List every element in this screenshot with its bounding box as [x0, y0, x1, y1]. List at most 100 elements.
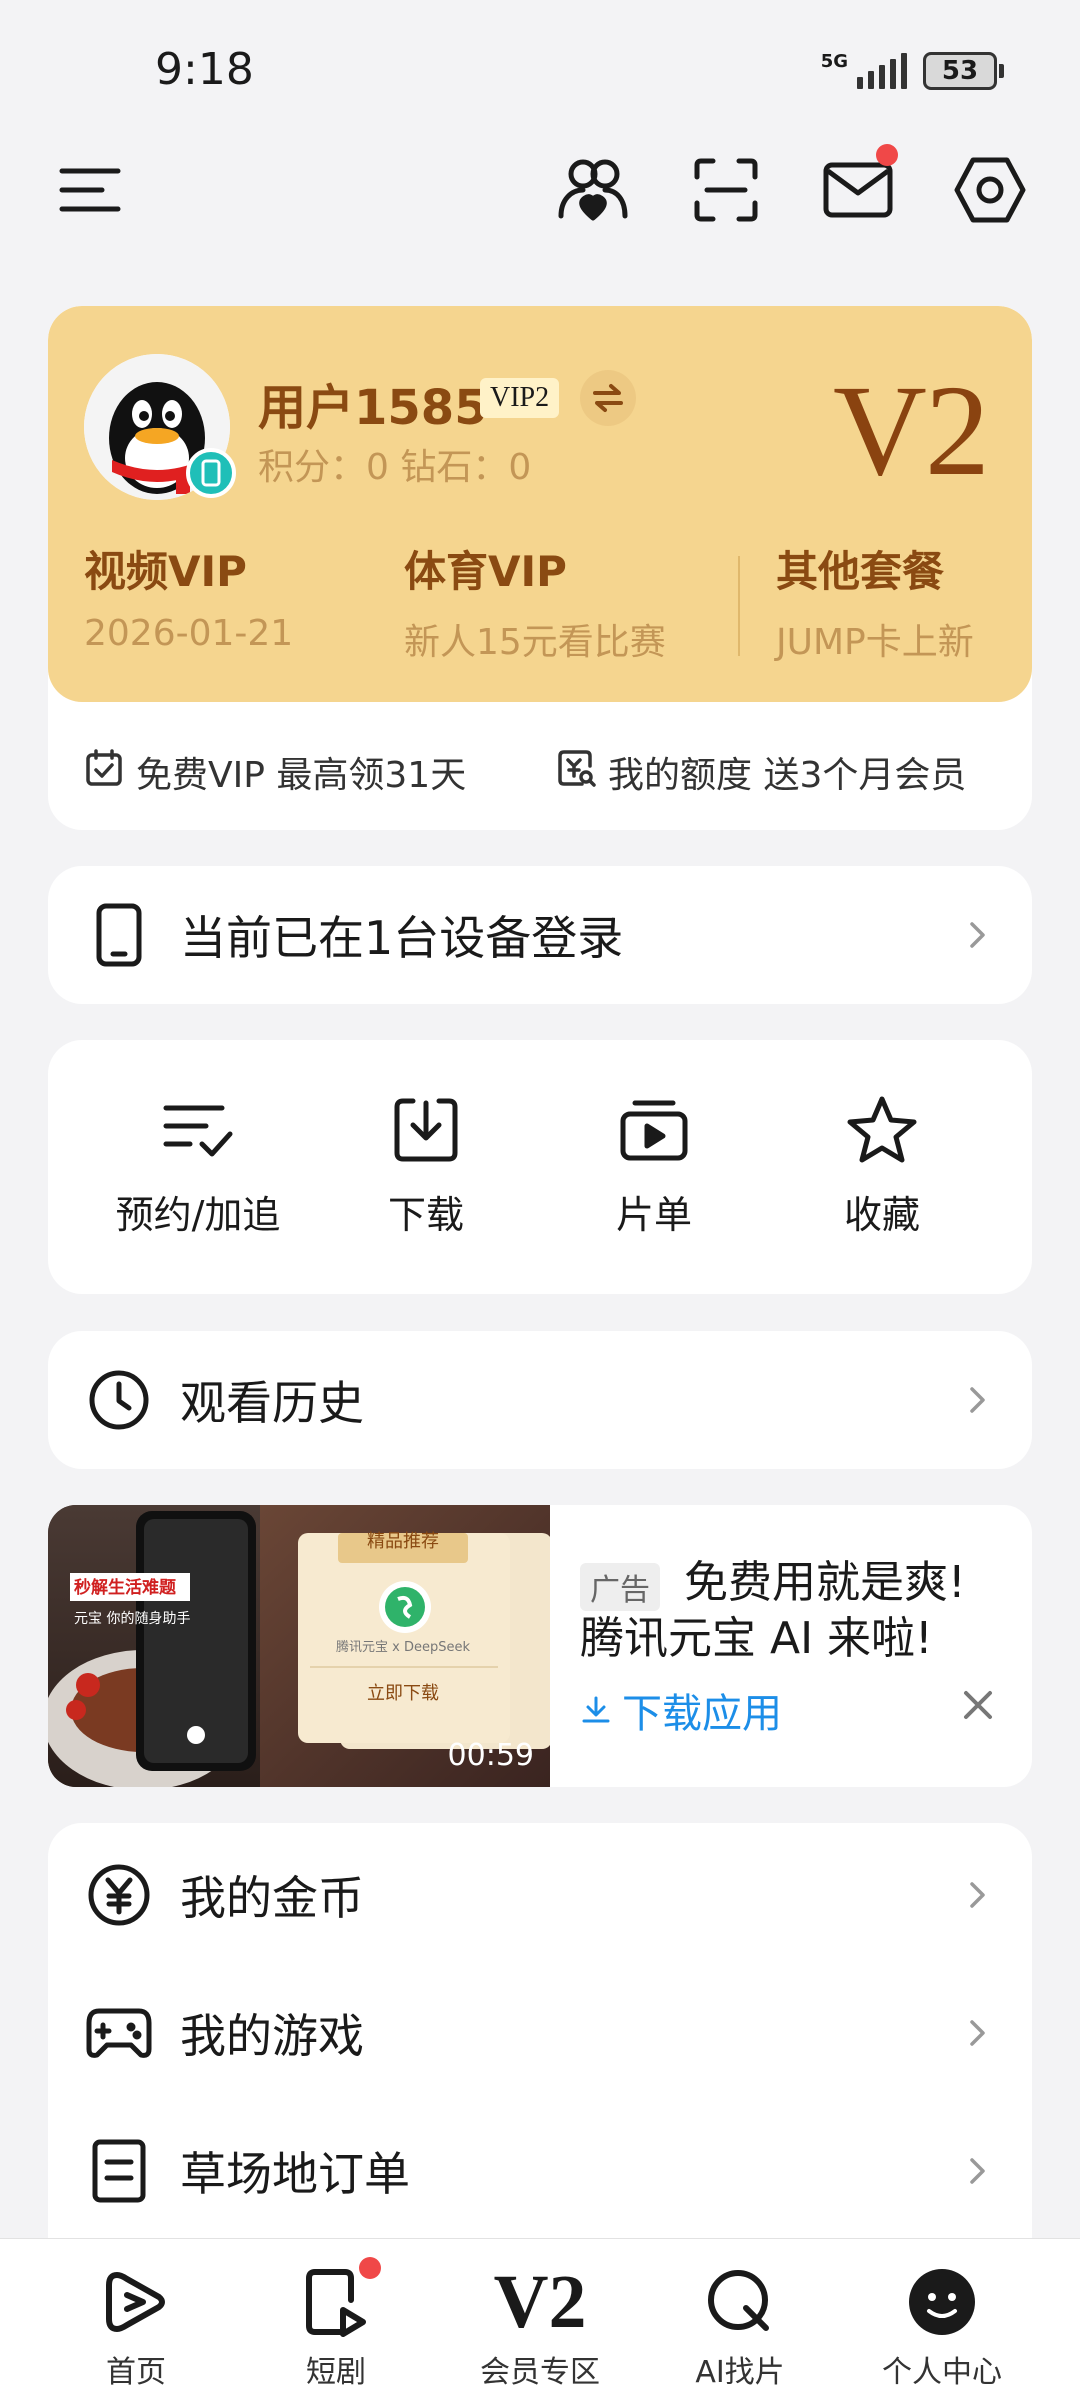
- nav-v2-text: V2: [493, 2260, 587, 2344]
- vip-column-title: 其他套餐: [776, 547, 945, 596]
- nav-label: 首页: [106, 2355, 166, 2390]
- status-bar: 9:18 5G 53: [0, 0, 1080, 120]
- mail-icon[interactable]: [818, 144, 898, 230]
- quick-action-playlist[interactable]: 片单: [544, 1090, 764, 1239]
- short-drama-icon: [293, 2257, 381, 2345]
- menu-icon[interactable]: [50, 150, 130, 230]
- close-icon[interactable]: [960, 1687, 996, 1723]
- network-type: 5G: [820, 51, 848, 72]
- settings-icon[interactable]: [950, 150, 1030, 230]
- friends-icon[interactable]: [553, 150, 633, 230]
- playlist-icon: [614, 1090, 694, 1170]
- free-vip-link[interactable]: 免费VIP 最高领31天: [84, 746, 466, 798]
- top-toolbar: [0, 130, 1080, 260]
- quick-action-download[interactable]: 下载: [316, 1090, 536, 1239]
- chevron-right-icon: [970, 1882, 985, 1908]
- download-icon: [386, 1090, 466, 1170]
- bottom-nav: 首页 短剧 V2 会员专区 AI找片 个人中心: [0, 2238, 1080, 2400]
- history-label: 观看历史: [180, 1376, 364, 1430]
- vip-divider: [738, 556, 740, 656]
- username[interactable]: 用户1585: [258, 368, 488, 438]
- vip-card: 用户1585 VIP2 积分：0 钻石：0 V2 视频VIP 2026-01-2…: [48, 306, 1032, 830]
- vip-column-sports[interactable]: 体育VIP 新人15元看比赛: [404, 538, 666, 665]
- status-time: 9:18: [155, 44, 254, 95]
- history-card: 观看历史: [48, 1331, 1032, 1469]
- device-badge-icon: [186, 448, 236, 498]
- points-diamonds: 积分：0 钻石：0: [258, 447, 532, 488]
- star-icon: [842, 1090, 922, 1170]
- ad-image-caption: 精品推荐: [367, 1531, 439, 1552]
- quick-action-label: 收藏: [843, 1193, 920, 1237]
- battery-icon: 53: [923, 52, 1004, 90]
- quick-action-label: 片单: [615, 1193, 692, 1237]
- ad-image-caption: 腾讯元宝 x DeepSeek: [336, 1639, 470, 1655]
- quick-action-label: 下载: [387, 1193, 464, 1237]
- gamepad-icon: [84, 1998, 154, 2068]
- chevron-right-icon: [970, 2020, 985, 2046]
- signal-icon: 5G: [821, 53, 907, 89]
- menu-list-card: 我的金币 我的游戏 草场地订单: [48, 1823, 1032, 2273]
- vip-links: 免费VIP 最高领31天 我的额度 送3个月会员: [48, 702, 1032, 830]
- battery-level: 53: [923, 52, 997, 90]
- vip-column-title: 体育VIP: [404, 547, 567, 596]
- quota-text: 我的额度 送3个月会员: [608, 755, 967, 796]
- devices-row[interactable]: 当前已在1台设备登录: [48, 866, 1032, 1004]
- quota-link[interactable]: 我的额度 送3个月会员: [556, 746, 966, 798]
- ad-video-duration: 00:59: [447, 1738, 534, 1773]
- ai-search-icon: [697, 2259, 783, 2345]
- nav-label: 个人中心: [882, 2355, 1002, 2390]
- ad-image-caption: 秒解生活难题: [74, 1577, 177, 1598]
- chevron-right-icon: [970, 922, 985, 948]
- quick-action-favorites[interactable]: 收藏: [772, 1090, 992, 1239]
- vip-level-badge[interactable]: VIP2: [480, 378, 560, 418]
- menu-row-games[interactable]: 我的游戏: [48, 1964, 1032, 2102]
- nav-label: 会员专区: [480, 2355, 600, 2390]
- nav-label: AI找片: [695, 2355, 785, 2390]
- nav-profile[interactable]: 个人中心: [842, 2259, 1042, 2391]
- menu-row-coins[interactable]: 我的金币: [48, 1826, 1032, 1964]
- mail-notification-dot: [876, 144, 898, 166]
- vip-column-sub: 新人15元看比赛: [404, 622, 666, 663]
- ad-download-link[interactable]: 下载应用: [580, 1681, 782, 1739]
- menu-row-label: 我的金币: [180, 1871, 364, 1925]
- vip-column-sub: 2026-01-21: [84, 613, 294, 654]
- nav-ai-search[interactable]: AI找片: [640, 2259, 840, 2391]
- level-display: V2: [833, 359, 990, 503]
- vip-column-title: 视频VIP: [84, 547, 247, 596]
- nav-home[interactable]: 首页: [36, 2259, 236, 2391]
- nav-vip-zone[interactable]: V2 会员专区: [440, 2259, 640, 2391]
- quick-actions-card: 预约/加追 下载 片单 收藏: [48, 1040, 1032, 1294]
- free-vip-text: 免费VIP 最高领31天: [136, 755, 467, 796]
- ad-card[interactable]: 精品推荐 腾讯元宝 x DeepSeek 立即下载 秒解生活难题 元宝 你的随身…: [48, 1505, 1032, 1787]
- devices-card: 当前已在1台设备登录: [48, 866, 1032, 1004]
- vip-column-other[interactable]: 其他套餐 JUMP卡上新: [776, 538, 974, 665]
- ad-video-thumbnail[interactable]: 精品推荐 腾讯元宝 x DeepSeek 立即下载 秒解生活难题 元宝 你的随身…: [48, 1505, 550, 1787]
- vip-column-sub: JUMP卡上新: [776, 622, 974, 663]
- nav-label: 短剧: [306, 2355, 366, 2390]
- quota-search-icon: [556, 748, 596, 797]
- vip-column-video[interactable]: 视频VIP 2026-01-21: [84, 538, 293, 654]
- menu-row-label: 草场地订单: [180, 2147, 410, 2201]
- chevron-right-icon: [970, 1387, 985, 1413]
- ad-download-label: 下载应用: [622, 1691, 782, 1737]
- vip-membership-panel[interactable]: 用户1585 VIP2 积分：0 钻石：0 V2 视频VIP 2026-01-2…: [48, 306, 1032, 702]
- scan-icon[interactable]: [686, 150, 766, 230]
- vip-level-icon: V2: [494, 2259, 587, 2345]
- quick-action-label: 预约/加追: [115, 1193, 281, 1237]
- list-check-icon: [158, 1090, 238, 1170]
- short-drama-notification-dot: [359, 2257, 381, 2279]
- ad-image-caption: 元宝 你的随身助手: [74, 1611, 190, 1627]
- clock-icon: [84, 1365, 154, 1435]
- history-row[interactable]: 观看历史: [48, 1331, 1032, 1469]
- devices-label: 当前已在1台设备登录: [180, 911, 624, 965]
- status-indicators: 5G 53: [821, 52, 1004, 90]
- profile-face-icon: [899, 2259, 985, 2345]
- menu-row-label: 我的游戏: [180, 2009, 364, 2063]
- calendar-check-icon: [84, 748, 124, 797]
- quick-action-reserve[interactable]: 预约/加追: [88, 1090, 308, 1239]
- menu-row-orders[interactable]: 草场地订单: [48, 2102, 1032, 2240]
- switch-account-icon[interactable]: [580, 370, 636, 426]
- chevron-right-icon: [970, 2158, 985, 2184]
- nav-short-drama[interactable]: 短剧: [236, 2257, 436, 2391]
- ad-image-caption: 立即下载: [367, 1683, 439, 1704]
